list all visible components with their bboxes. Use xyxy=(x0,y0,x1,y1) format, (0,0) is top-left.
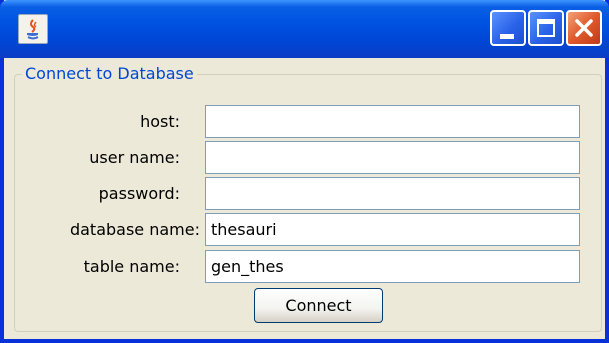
java-app-icon[interactable] xyxy=(18,14,48,44)
host-input[interactable] xyxy=(205,105,580,138)
close-icon xyxy=(575,19,593,37)
connect-dialog-window: Connect to Database host: user name: pas… xyxy=(0,0,609,343)
table-name-input[interactable] xyxy=(205,250,580,283)
close-button[interactable] xyxy=(566,10,602,46)
maximize-icon xyxy=(537,19,555,37)
user-name-label: user name: xyxy=(89,148,180,167)
minimize-icon xyxy=(500,34,514,39)
connect-button[interactable]: Connect xyxy=(254,288,383,323)
database-name-input[interactable] xyxy=(205,213,580,246)
host-label: host: xyxy=(140,112,180,131)
password-input[interactable] xyxy=(205,177,580,210)
password-label: password: xyxy=(98,184,180,203)
maximize-button[interactable] xyxy=(528,10,564,46)
database-name-label: database name: xyxy=(69,220,200,239)
user-name-input[interactable] xyxy=(205,141,580,174)
table-name-label: table name: xyxy=(83,257,180,276)
title-bar[interactable] xyxy=(0,0,609,58)
minimize-button[interactable] xyxy=(490,10,526,46)
group-title: Connect to Database xyxy=(22,65,197,83)
